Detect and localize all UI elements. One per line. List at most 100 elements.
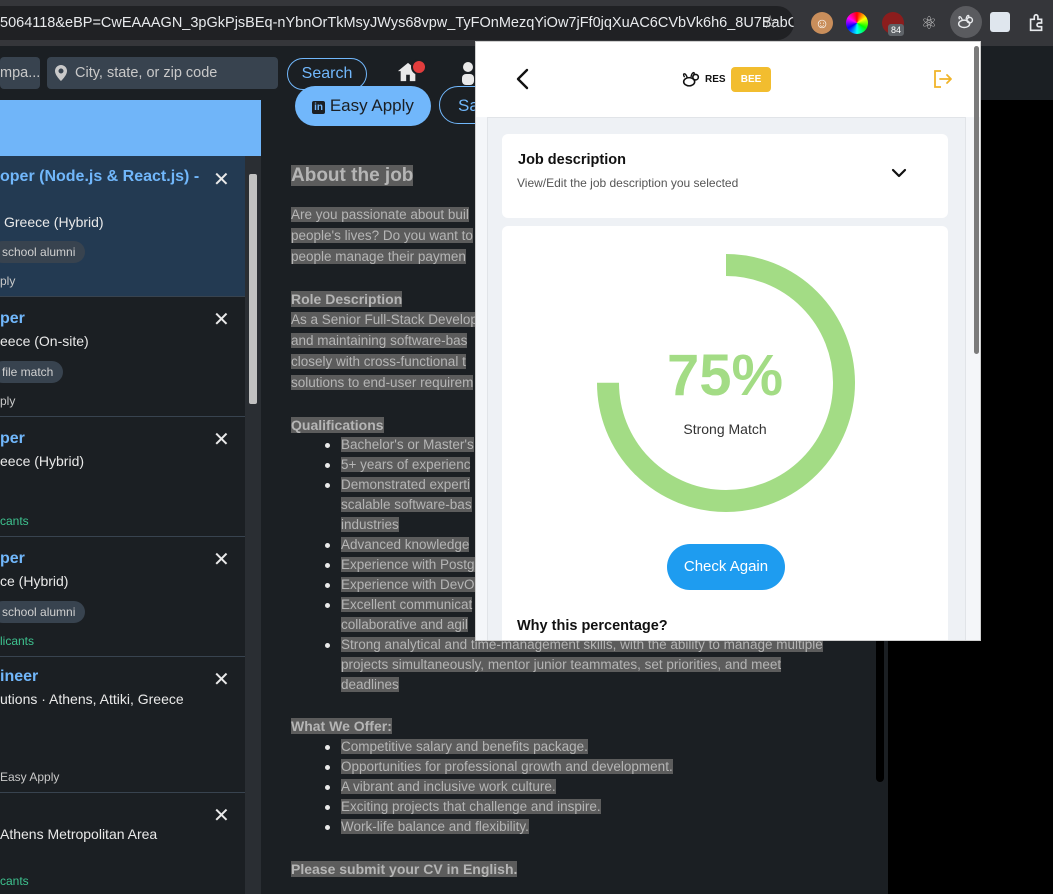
match-percentage: 75% [666, 343, 784, 408]
role-line: As a Senior Full-Stack Develop [291, 312, 478, 327]
bullet [325, 563, 330, 568]
job-card-title[interactable]: oper (Node.js & React.js) - [0, 168, 199, 186]
job-list-pane: oper (Node.js & React.js) - ✕ Greece (Hy… [0, 100, 261, 894]
dismiss-job-icon[interactable]: ✕ [213, 170, 230, 190]
bee-extension-icon[interactable] [955, 11, 977, 33]
jd-subtitle: View/Edit the job description you select… [517, 176, 739, 190]
about-heading: About the job [291, 165, 414, 186]
job-card[interactable]: per ✕ eece (Hybrid) cants [0, 416, 245, 537]
location-search-input[interactable]: City, state, or zip code [47, 57, 278, 89]
chevron-down-icon[interactable] [891, 166, 907, 180]
job-card-title[interactable]: per [0, 430, 25, 448]
role-line: solutions to end-user requirem [291, 375, 474, 390]
extension-badge: 84 [888, 24, 905, 36]
scrollbar-thumb[interactable] [249, 174, 257, 404]
resbee-popup: RES BEE Job description View/Edit the jo… [475, 41, 981, 641]
bullet [325, 805, 330, 810]
popup-header: RES BEE [476, 42, 980, 117]
match-label: Strong Match [683, 421, 767, 437]
screen-extension-icon[interactable] [990, 12, 1010, 32]
qualification-item: Demonstrated experti [341, 477, 471, 492]
why-percentage-heading: Why this percentage? [517, 618, 668, 634]
jd-title: Job description [518, 152, 626, 168]
job-description-card[interactable]: Job description View/Edit the job descri… [502, 134, 948, 218]
offer-heading: What We Offer: [291, 718, 392, 734]
job-card-title[interactable]: ineer [0, 668, 38, 686]
role-heading: Role Description [291, 291, 403, 307]
job-card-footer: ply [0, 274, 16, 288]
job-card[interactable]: per ✕ ce (Hybrid) school alumni licants [0, 536, 245, 657]
dismiss-job-icon[interactable]: ✕ [213, 550, 230, 570]
address-bar[interactable]: 5064118&eBP=CwEAAAGN_3pGkPjsBEq-nYbnOrTk… [0, 6, 794, 40]
linkedin-icon: in [312, 101, 326, 114]
qualification-item-cont: scalable software-bas [341, 497, 472, 512]
job-card-footer: ply [0, 394, 16, 408]
qualification-item: Experience with Postg [341, 557, 475, 572]
job-card[interactable]: oper (Node.js & React.js) - ✕ Greece (Hy… [0, 156, 245, 297]
offer-item: Opportunities for professional growth an… [341, 759, 673, 774]
job-card-insight: school alumni [0, 241, 86, 263]
offer-item: Work-life balance and flexibility. [341, 819, 529, 834]
bullet [325, 543, 330, 548]
bullet [325, 765, 330, 770]
notification-dot [411, 59, 427, 75]
qualification-item-cont: collaborative and agil [341, 617, 468, 632]
job-card-footer: licants [0, 634, 35, 648]
location-placeholder: City, state, or zip code [75, 65, 218, 81]
intro-line: people manage their paymen [291, 249, 466, 264]
check-again-button[interactable]: Check Again [667, 544, 785, 590]
qualification-item: Excellent communicat [341, 597, 473, 612]
job-card-location: utions · Athens, Attiki, Greece [0, 691, 184, 707]
job-card-footer: Easy Apply [0, 770, 60, 784]
qualification-item: Experience with DevO [341, 577, 475, 592]
bullet [325, 825, 330, 830]
job-card-insight: file match [0, 361, 64, 383]
job-card[interactable]: ineer ✕ utions · Athens, Attiki, Greece … [0, 656, 245, 793]
job-card-location: ce (Hybrid) [0, 573, 69, 589]
role-line: closely with cross-functional t [291, 354, 466, 369]
bullet [325, 785, 330, 790]
job-card-title[interactable]: per [0, 310, 25, 328]
my-network-icon[interactable] [461, 61, 475, 85]
bullet [325, 745, 330, 750]
job-list-scrollbar[interactable] [245, 156, 261, 894]
qualifications-heading: Qualifications [291, 417, 384, 433]
job-card[interactable]: per ✕ eece (On-site) file match ply [0, 296, 245, 417]
logout-icon[interactable] [933, 69, 953, 89]
offer-item: Competitive salary and benefits package. [341, 739, 588, 754]
company-search-value: mpa... [0, 65, 41, 81]
avatar-extension-icon[interactable]: ☺ [811, 12, 833, 34]
color-picker-extension-icon[interactable] [846, 12, 868, 34]
bullet [325, 643, 330, 648]
company-search-input[interactable]: mpa... [0, 57, 40, 89]
bullet [325, 603, 330, 608]
job-card-footer: cants [0, 514, 29, 528]
job-card-location: Athens Metropolitan Area [0, 826, 158, 842]
url-text: 5064118&eBP=CwEAAAGN_3pGkPjsBEq-nYbnOrTk… [0, 15, 794, 31]
react-devtools-icon[interactable]: ⚛ [918, 12, 940, 34]
dismiss-job-icon[interactable]: ✕ [213, 670, 230, 690]
back-arrow-icon[interactable] [513, 67, 533, 91]
dismiss-job-icon[interactable]: ✕ [213, 310, 230, 330]
puzzle-extensions-icon[interactable] [1026, 12, 1048, 34]
bookmark-star-icon[interactable]: ☆ [762, 13, 780, 31]
easy-apply-button[interactable]: in Easy Apply [295, 86, 431, 126]
offer-item: Exciting projects that challenge and ins… [341, 799, 601, 814]
job-card-insight: school alumni [0, 601, 86, 623]
bullet [325, 463, 330, 468]
job-card-location: Greece (Hybrid) [4, 214, 104, 230]
easy-apply-label: Easy Apply [329, 96, 414, 115]
dismiss-job-icon[interactable]: ✕ [213, 430, 230, 450]
job-card-location: eece (On-site) [0, 333, 89, 349]
intro-line: Are you passionate about buil [291, 207, 469, 222]
qualification-item: Bachelor's or Master's [341, 437, 474, 452]
qualification-item-cont: projects simultaneously, mentor junior t… [341, 657, 782, 672]
logo-badge: BEE [731, 67, 771, 92]
qualification-item-cont: industries [341, 517, 399, 532]
popup-scrollbar[interactable] [974, 46, 979, 354]
job-card-title[interactable]: per [0, 550, 25, 568]
job-card[interactable]: ✕ Athens Metropolitan Area cants [0, 792, 245, 894]
dismiss-job-icon[interactable]: ✕ [213, 806, 230, 826]
job-card-footer: cants [0, 874, 29, 888]
browser-toolbar: 5064118&eBP=CwEAAAGN_3pGkPjsBEq-nYbnOrTk… [0, 0, 1053, 46]
